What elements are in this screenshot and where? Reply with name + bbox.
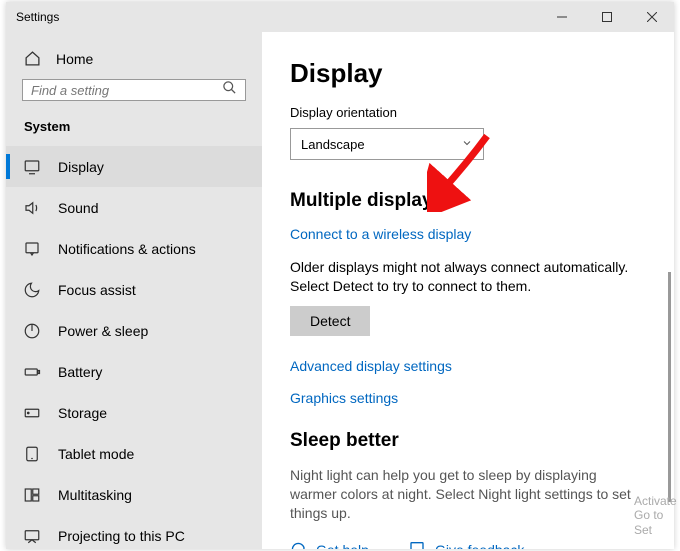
- sidebar-section-title: System: [6, 119, 262, 134]
- give-feedback-label: Give feedback: [435, 542, 525, 549]
- home-button[interactable]: Home: [6, 50, 262, 67]
- sidebar-item-storage[interactable]: Storage: [6, 392, 262, 433]
- notifications-icon: [22, 239, 42, 259]
- sidebar-item-label: Battery: [58, 364, 102, 380]
- get-help-link[interactable]: Get help: [290, 540, 369, 549]
- display-icon: [22, 157, 42, 177]
- sound-icon: [22, 198, 42, 218]
- content-area: Display Display orientation Landscape Mu…: [262, 32, 674, 549]
- focus-assist-icon: [22, 280, 42, 300]
- activate-watermark: Activate Go to Set: [634, 494, 680, 537]
- minimize-button[interactable]: [539, 2, 584, 32]
- sidebar-item-label: Notifications & actions: [58, 241, 196, 257]
- close-button[interactable]: [629, 2, 674, 32]
- page-title: Display: [290, 58, 646, 89]
- orientation-label: Display orientation: [290, 105, 646, 120]
- sidebar-item-label: Sound: [58, 200, 98, 216]
- battery-icon: [22, 362, 42, 382]
- orientation-dropdown[interactable]: Landscape: [290, 128, 484, 160]
- scrollbar[interactable]: [668, 272, 671, 502]
- multiple-displays-heading: Multiple displays: [290, 190, 646, 212]
- sidebar-item-label: Display: [58, 159, 104, 175]
- search-box[interactable]: [22, 79, 246, 101]
- sleep-better-heading: Sleep better: [290, 430, 646, 452]
- power-icon: [22, 321, 42, 341]
- sidebar-item-label: Power & sleep: [58, 323, 148, 339]
- sidebar-item-label: Projecting to this PC: [58, 528, 185, 544]
- sidebar-item-battery[interactable]: Battery: [6, 351, 262, 392]
- sidebar-item-tablet-mode[interactable]: Tablet mode: [6, 433, 262, 474]
- sidebar-item-notifications[interactable]: Notifications & actions: [6, 228, 262, 269]
- sidebar-item-projecting[interactable]: Projecting to this PC: [6, 515, 262, 549]
- sidebar-item-focus-assist[interactable]: Focus assist: [6, 269, 262, 310]
- get-help-label: Get help: [316, 542, 369, 549]
- help-icon: [290, 540, 306, 549]
- sidebar-item-multitasking[interactable]: Multitasking: [6, 474, 262, 515]
- give-feedback-link[interactable]: Give feedback: [409, 540, 525, 549]
- home-label: Home: [56, 51, 93, 67]
- maximize-button[interactable]: [584, 2, 629, 32]
- settings-window: Settings Home System Display: [6, 2, 674, 549]
- search-input[interactable]: [31, 83, 222, 98]
- connect-wireless-link[interactable]: Connect to a wireless display: [290, 226, 471, 242]
- sidebar-item-label: Focus assist: [58, 282, 136, 298]
- sleep-better-desc: Night light can help you get to sleep by…: [290, 466, 646, 523]
- storage-icon: [22, 403, 42, 423]
- sidebar: Home System Display Sound Notifications: [6, 32, 262, 549]
- older-displays-text: Older displays might not always connect …: [290, 258, 646, 296]
- sidebar-item-power-sleep[interactable]: Power & sleep: [6, 310, 262, 351]
- sidebar-item-label: Storage: [58, 405, 107, 421]
- advanced-display-link[interactable]: Advanced display settings: [290, 358, 646, 374]
- app-body: Home System Display Sound Notifications: [6, 32, 674, 549]
- orientation-value: Landscape: [301, 137, 365, 152]
- search-icon: [222, 80, 237, 100]
- window-title: Settings: [6, 10, 539, 24]
- sidebar-item-label: Multitasking: [58, 487, 132, 503]
- multitasking-icon: [22, 485, 42, 505]
- chevron-down-icon: [461, 137, 473, 152]
- tablet-icon: [22, 444, 42, 464]
- titlebar: Settings: [6, 2, 674, 32]
- sidebar-item-label: Tablet mode: [58, 446, 134, 462]
- home-icon: [22, 50, 42, 67]
- graphics-settings-link[interactable]: Graphics settings: [290, 390, 646, 406]
- sidebar-item-display[interactable]: Display: [6, 146, 262, 187]
- projecting-icon: [22, 526, 42, 546]
- feedback-icon: [409, 540, 425, 549]
- sidebar-item-sound[interactable]: Sound: [6, 187, 262, 228]
- nav-list: Display Sound Notifications & actions Fo…: [6, 146, 262, 549]
- detect-button[interactable]: Detect: [290, 306, 370, 336]
